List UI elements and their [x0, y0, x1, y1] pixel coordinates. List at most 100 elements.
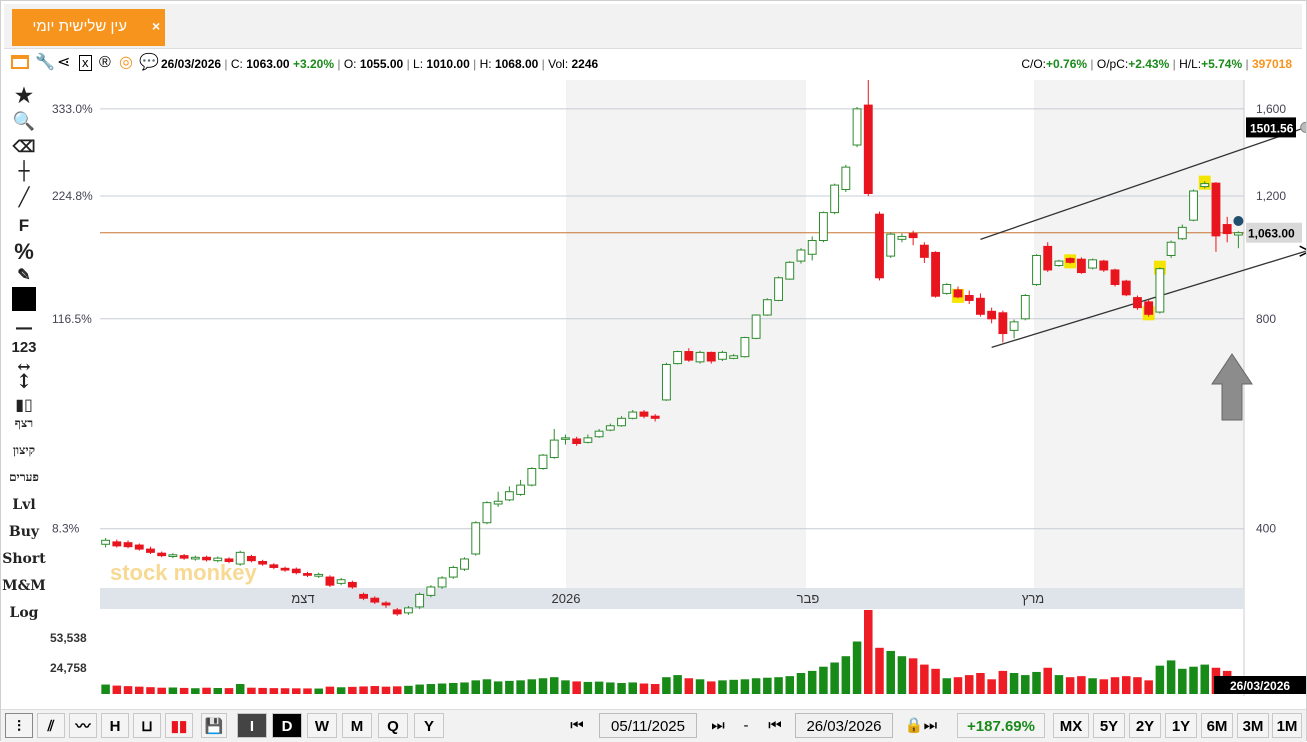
candle-body: [1155, 268, 1165, 313]
start-date-field[interactable]: 05/11/2025: [599, 713, 697, 738]
volume-bar: [370, 686, 380, 694]
volume-bar: [583, 681, 593, 694]
candle-body: [673, 351, 683, 365]
candle-body: [314, 573, 324, 577]
range-3m[interactable]: 3M: [1237, 713, 1269, 738]
volume-bar: [404, 685, 413, 694]
star-icon[interactable]: ★: [1, 83, 47, 107]
watermark: stock monkey: [110, 560, 257, 585]
period-intraday[interactable]: I: [237, 713, 267, 738]
price-chart[interactable]: 1,600 333.0% 1,200 224.8% 800 116.5% 400 8.3% דצ…: [48, 61, 1307, 696]
range-1m[interactable]: 1M: [1272, 713, 1302, 738]
volume-bar: [897, 656, 907, 694]
chart-type-candle[interactable]: ⫶: [5, 713, 33, 738]
chart-type-bar[interactable]: ⊔: [133, 713, 161, 738]
volume-bar: [224, 688, 234, 694]
volume-bar: [1099, 679, 1109, 694]
period-quarterly[interactable]: Q: [378, 713, 408, 738]
candle-body: [1133, 297, 1142, 309]
heb-tool-1[interactable]: רצף: [1, 416, 47, 431]
fibonacci-tool[interactable]: F: [1, 216, 47, 236]
range-1y[interactable]: 1Y: [1165, 713, 1197, 738]
volume-bar: [538, 678, 548, 694]
vertical-resize-icon[interactable]: ↕: [1, 369, 47, 393]
range-6m[interactable]: 6M: [1201, 713, 1233, 738]
line-icon[interactable]: ╱: [1, 187, 47, 208]
heb-tool-2[interactable]: קיצון: [1, 443, 47, 458]
candle-body: [639, 411, 649, 417]
volume-tick: 53,538: [50, 631, 87, 645]
vol-label: Vol:: [548, 57, 569, 71]
end-next-icon[interactable]: 🔒⏭: [895, 713, 947, 738]
candle-body: [852, 108, 862, 146]
close-label: C:: [230, 57, 243, 71]
volume-bar: [493, 681, 503, 694]
candle-body: [112, 541, 122, 547]
candle-body: [493, 500, 503, 505]
crosshair-icon[interactable]: ┼: [1, 161, 47, 182]
candle-body: [224, 558, 234, 562]
range-2y[interactable]: 2Y: [1129, 713, 1161, 738]
candle-body: [549, 439, 559, 459]
volume-bar: [134, 686, 144, 694]
last-price-dot: [1233, 215, 1244, 226]
log-tool[interactable]: Log: [1, 605, 47, 621]
end-date-field[interactable]: 26/03/2026: [795, 713, 893, 738]
buy-tool[interactable]: Buy: [1, 524, 47, 540]
hl-value: +5.74%: [1201, 57, 1243, 71]
candle-body: [426, 586, 436, 596]
range-change: +187.69%: [957, 713, 1045, 738]
chart-type-line[interactable]: 〰: [69, 713, 97, 738]
range-5y[interactable]: 5Y: [1093, 713, 1125, 738]
period-monthly[interactable]: M: [342, 713, 372, 738]
candle-body: [146, 548, 155, 553]
period-weekly[interactable]: W: [307, 713, 337, 738]
chart-tab[interactable]: × עין שלישית יומי: [12, 9, 165, 46]
edit-icon[interactable]: ✎: [1, 265, 47, 284]
short-tool[interactable]: Short: [1, 551, 47, 567]
candle-body: [202, 556, 211, 561]
heb-tool-3[interactable]: פערים: [1, 470, 47, 485]
start-next-icon[interactable]: ⏭: [699, 713, 737, 738]
candle-body: [381, 602, 391, 606]
volume-bar: [908, 658, 918, 694]
lvl-tool[interactable]: Lvl: [1, 497, 47, 513]
chart-type-colored[interactable]: ▮▮: [165, 713, 193, 738]
start-prev-icon[interactable]: ⏮: [559, 713, 595, 738]
candles-icon[interactable]: ▮▯: [1, 395, 47, 414]
chart-type-ohlc[interactable]: ⫽: [37, 713, 65, 738]
color-swatch[interactable]: [1, 287, 47, 311]
end-prev-icon[interactable]: ⏮: [757, 713, 793, 738]
month-label: דצמ: [291, 591, 314, 606]
candle-body: [785, 261, 795, 280]
save-icon[interactable]: 💾: [201, 713, 227, 738]
line-width-icon[interactable]: —: [1, 317, 47, 338]
number-tool[interactable]: 123: [1, 339, 47, 356]
period-yearly[interactable]: Y: [414, 713, 444, 738]
volume-bar: [336, 687, 346, 694]
candle-body: [1009, 321, 1019, 331]
candle-body: [190, 556, 200, 560]
volume-bar: [673, 675, 682, 694]
percent-tool[interactable]: %: [1, 239, 47, 265]
close-icon[interactable]: ×: [152, 18, 160, 34]
volume-tick: 24,758: [50, 661, 87, 675]
chart-type-hl[interactable]: H: [101, 713, 129, 738]
range-mx[interactable]: MX: [1053, 713, 1089, 738]
candle-body: [415, 593, 425, 608]
mm-tool[interactable]: M&M: [1, 578, 47, 594]
candle-body: [516, 484, 526, 495]
candle-body: [471, 522, 481, 555]
eraser-icon[interactable]: ⌫: [1, 137, 47, 156]
candle-body: [919, 244, 929, 258]
candle-body: [1200, 183, 1210, 188]
search-icon[interactable]: 🔍: [1, 111, 47, 132]
volume-bar: [684, 678, 694, 694]
candle-body: [123, 542, 133, 548]
candle-body: [796, 249, 806, 262]
volume-bar: [998, 670, 1008, 694]
chart-area[interactable]: 1,600 333.0% 1,200 224.8% 800 116.5% 400 8.3% דצ…: [48, 61, 1307, 696]
period-daily[interactable]: D: [272, 713, 302, 738]
candle-body: [157, 552, 167, 557]
volume-bar: [1110, 677, 1120, 694]
